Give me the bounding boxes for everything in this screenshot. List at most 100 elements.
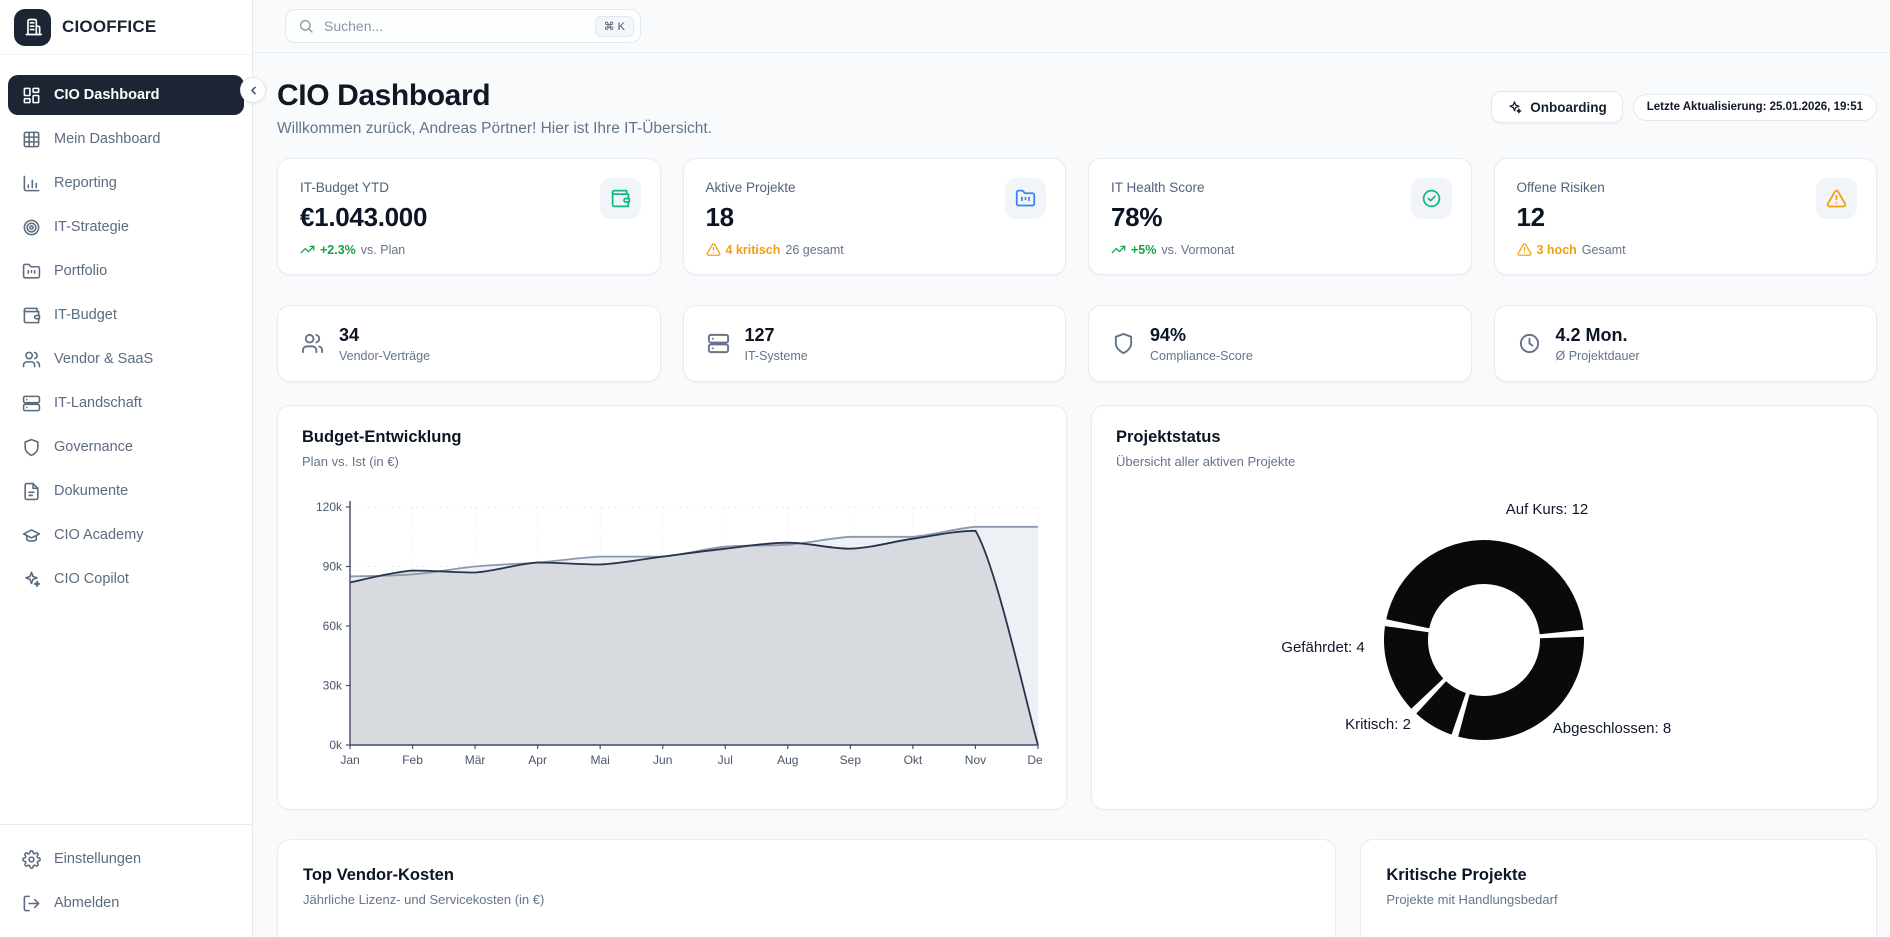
last-update-badge: Letzte Aktualisierung: 25.01.2026, 19:51 — [1633, 94, 1877, 121]
svg-text:Abgeschlossen: 8: Abgeschlossen: 8 — [1553, 720, 1671, 737]
svg-text:Jan: Jan — [340, 753, 359, 767]
svg-text:Dez: Dez — [1027, 753, 1042, 767]
kpi-label: Offene Risiken — [1517, 180, 1855, 195]
chart-subtitle: Plan vs. Ist (in €) — [302, 454, 1042, 469]
card-subtitle: Projekte mit Handlungsbedarf — [1386, 892, 1851, 907]
server-icon — [707, 332, 730, 355]
stat-value: 94% — [1150, 325, 1253, 346]
svg-text:0k: 0k — [329, 738, 343, 752]
sidebar-item-reporting[interactable]: Reporting — [8, 163, 244, 203]
sidebar-item-label: CIO Dashboard — [54, 87, 160, 103]
stat-card-compliance: 94% Compliance-Score — [1088, 305, 1472, 382]
main-area: ⌘ K CIO Dashboard Willkommen zurück, And… — [253, 0, 1890, 937]
sparkles-icon — [22, 570, 41, 589]
sidebar-item-it-landschaft[interactable]: IT-Landschaft — [8, 383, 244, 423]
stat-value: 4.2 Mon. — [1556, 325, 1640, 346]
sidebar: CIOOFFICE CIO Dashboard Mein Dashboard R… — [0, 0, 253, 937]
sidebar-item-governance[interactable]: Governance — [8, 427, 244, 467]
sidebar-item-label: Portfolio — [54, 263, 107, 279]
search-icon — [298, 18, 314, 34]
page-header: CIO Dashboard Willkommen zurück, Andreas… — [277, 77, 1877, 138]
kpi-label: IT Health Score — [1111, 180, 1449, 195]
server-icon — [22, 394, 41, 413]
alert-triangle-icon — [1816, 178, 1857, 219]
sparkles-icon — [1507, 100, 1522, 115]
trending-up-icon — [300, 242, 315, 257]
kpi-delta-value: +2.3% — [320, 243, 356, 257]
svg-text:Mai: Mai — [591, 753, 610, 767]
bar-chart-icon — [22, 174, 41, 193]
sidebar-collapse-button[interactable] — [240, 77, 266, 103]
sidebar-item-cio-dashboard[interactable]: CIO Dashboard — [8, 75, 244, 115]
svg-text:90k: 90k — [323, 560, 343, 574]
stat-value: 127 — [745, 325, 808, 346]
search-input[interactable] — [324, 18, 585, 34]
kritische-projekte-card: Kritische Projekte Projekte mit Handlung… — [1360, 839, 1877, 937]
target-icon — [22, 218, 41, 237]
svg-text:Gefährdet: 4: Gefährdet: 4 — [1281, 639, 1364, 656]
stat-card-projektdauer: 4.2 Mon. Ø Projektdauer — [1494, 305, 1878, 382]
folder-kanban-icon — [1005, 178, 1046, 219]
sidebar-item-it-strategie[interactable]: IT-Strategie — [8, 207, 244, 247]
sidebar-item-cio-copilot[interactable]: CIO Copilot — [8, 559, 244, 599]
stat-card-it-systeme: 127 IT-Systeme — [683, 305, 1067, 382]
svg-text:30k: 30k — [323, 679, 343, 693]
sidebar-item-dokumente[interactable]: Dokumente — [8, 471, 244, 511]
shield-icon — [1112, 332, 1135, 355]
kpi-delta-value: 3 hoch — [1537, 243, 1577, 257]
kpi-card-it-budget: IT-Budget YTD €1.043.000 +2.3% vs. Plan — [277, 158, 661, 275]
onboarding-button[interactable]: Onboarding — [1491, 91, 1623, 123]
kpi-card-offene-risiken: Offene Risiken 12 3 hoch Gesamt — [1494, 158, 1878, 275]
kpi-delta-suffix: vs. Plan — [361, 243, 405, 257]
card-subtitle: Jährliche Lizenz- und Servicekosten (in … — [303, 892, 1310, 907]
users-icon — [22, 350, 41, 369]
sidebar-item-it-budget[interactable]: IT-Budget — [8, 295, 244, 335]
logout-icon — [22, 894, 41, 913]
folder-kanban-icon — [22, 262, 41, 281]
svg-text:Nov: Nov — [965, 753, 986, 767]
budget-area-chart: 0k30k60k90k120kJanFebMärAprMaiJunJulAugS… — [302, 483, 1042, 768]
onboarding-label: Onboarding — [1530, 100, 1607, 115]
vendor-kosten-card: Top Vendor-Kosten Jährliche Lizenz- und … — [277, 839, 1336, 937]
kpi-delta-value: +5% — [1131, 243, 1156, 257]
shield-icon — [22, 438, 41, 457]
sidebar-item-mein-dashboard[interactable]: Mein Dashboard — [8, 119, 244, 159]
budget-chart-card: Budget-Entwicklung Plan vs. Ist (in €) 0… — [277, 405, 1067, 810]
svg-text:Auf Kurs: 12: Auf Kurs: 12 — [1506, 501, 1589, 518]
header-actions: Onboarding Letzte Aktualisierung: 25.01.… — [1491, 91, 1877, 123]
sidebar-item-einstellungen[interactable]: Einstellungen — [8, 839, 244, 879]
svg-text:Jun: Jun — [653, 753, 672, 767]
stat-label: Ø Projektdauer — [1556, 349, 1640, 363]
kpi-delta-suffix: Gesamt — [1582, 243, 1626, 257]
kpi-row: IT-Budget YTD €1.043.000 +2.3% vs. Plan … — [277, 158, 1877, 275]
search-shortcut-badge: ⌘ K — [595, 16, 634, 37]
kpi-delta-value: 4 kritisch — [726, 243, 781, 257]
kpi-value: €1.043.000 — [300, 202, 638, 233]
wallet-icon — [600, 178, 641, 219]
sidebar-item-label: IT-Budget — [54, 307, 117, 323]
stat-card-vendor-vertraege: 34 Vendor-Verträge — [277, 305, 661, 382]
alert-triangle-icon — [706, 242, 721, 257]
kpi-label: Aktive Projekte — [706, 180, 1044, 195]
file-text-icon — [22, 482, 41, 501]
project-status-donut-chart: Auf Kurs: 12Abgeschlossen: 8Kritisch: 2G… — [1116, 483, 1853, 768]
svg-text:Sep: Sep — [840, 753, 862, 767]
search-box[interactable]: ⌘ K — [285, 9, 641, 43]
app-root: CIOOFFICE CIO Dashboard Mein Dashboard R… — [0, 0, 1890, 937]
stat-label: IT-Systeme — [745, 349, 808, 363]
sidebar-item-label: IT-Landschaft — [54, 395, 142, 411]
svg-text:Apr: Apr — [528, 753, 547, 767]
graduation-cap-icon — [22, 526, 41, 545]
sidebar-item-label: Dokumente — [54, 483, 128, 499]
sidebar-item-vendor-saas[interactable]: Vendor & SaaS — [8, 339, 244, 379]
alert-triangle-icon — [1517, 242, 1532, 257]
sidebar-item-label: Einstellungen — [54, 851, 141, 867]
kpi-delta-suffix: vs. Vormonat — [1161, 243, 1234, 257]
sidebar-item-label: Mein Dashboard — [54, 131, 160, 147]
sidebar-item-abmelden[interactable]: Abmelden — [8, 883, 244, 923]
dashboard-icon — [22, 86, 41, 105]
sidebar-item-portfolio[interactable]: Portfolio — [8, 251, 244, 291]
sidebar-item-cio-academy[interactable]: CIO Academy — [8, 515, 244, 555]
brand-logo: CIOOFFICE — [0, 0, 252, 55]
kpi-card-aktive-projekte: Aktive Projekte 18 4 kritisch 26 gesamt — [683, 158, 1067, 275]
